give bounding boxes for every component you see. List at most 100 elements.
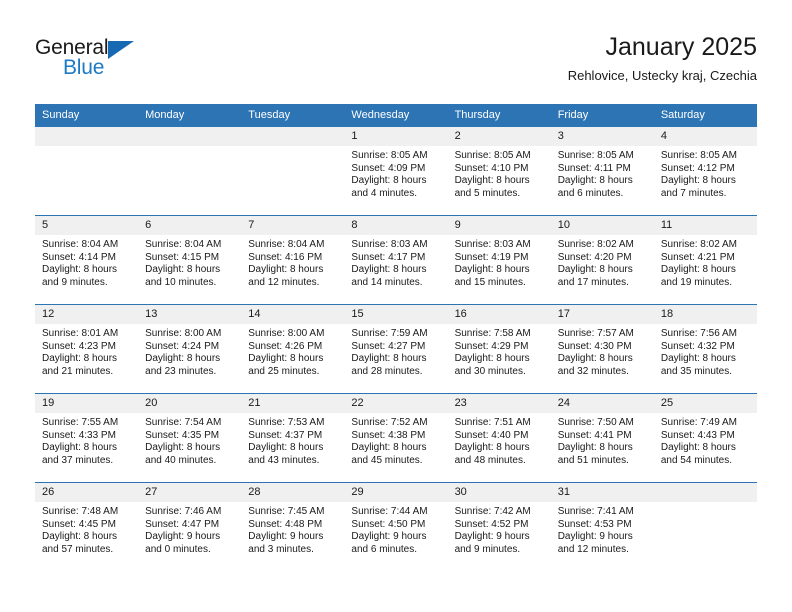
calendar-day-cell[interactable]: 28 Sunrise: 7:45 AM Sunset: 4:48 PM Dayligh… bbox=[241, 482, 345, 571]
title-block: January 2025 Rehlovice, Ustecky kraj, Cz… bbox=[568, 32, 757, 85]
daylight-duration-line2: and 6 minutes. bbox=[557, 187, 624, 199]
generalblue-logo: General Blue bbox=[35, 36, 165, 82]
calendar-day-cell[interactable]: 21 Sunrise: 7:53 AM Sunset: 4:37 PM Dayligh… bbox=[241, 393, 345, 483]
weekday-header-tuesday: Tuesday bbox=[241, 104, 345, 127]
sunrise-time: Sunrise: 8:04 AM bbox=[248, 239, 325, 250]
day-details: Sunrise: 7:55 AM Sunset: 4:33 PM Daylight:… bbox=[35, 413, 138, 467]
calendar-day-cell[interactable]: 27 Sunrise: 7:46 AM Sunset: 4:47 PM Dayligh… bbox=[138, 482, 242, 571]
weekday-header-wednesday: Wednesday bbox=[344, 104, 448, 127]
calendar-day-cell[interactable]: 14 Sunrise: 8:00 AM Sunset: 4:26 PM Dayligh… bbox=[241, 304, 345, 394]
calendar-day-cell[interactable]: 13 Sunrise: 8:00 AM Sunset: 4:24 PM Dayligh… bbox=[138, 304, 242, 394]
daylight-duration-line1: Daylight: 8 hours bbox=[351, 175, 427, 187]
calendar-day-cell[interactable]: 24 Sunrise: 7:50 AM Sunset: 4:41 PM Dayligh… bbox=[550, 393, 654, 483]
sunset-time: Sunset: 4:50 PM bbox=[351, 518, 426, 530]
calendar-day-cell[interactable]: 5 Sunrise: 8:04 AM Sunset: 4:14 PM Daylight… bbox=[35, 215, 139, 305]
sunrise-time: Sunrise: 8:03 AM bbox=[351, 239, 428, 250]
sunset-time: Sunset: 4:26 PM bbox=[248, 340, 323, 352]
calendar-day-cell[interactable]: 31 Sunrise: 7:41 AM Sunset: 4:53 PM Dayligh… bbox=[550, 482, 654, 571]
day-details: Sunrise: 8:04 AM Sunset: 4:14 PM Daylight:… bbox=[35, 235, 138, 289]
weekday-header-friday: Friday bbox=[550, 104, 654, 127]
sunrise-time: Sunrise: 7:54 AM bbox=[145, 417, 222, 428]
calendar-day-cell[interactable]: 29 Sunrise: 7:44 AM Sunset: 4:50 PM Dayligh… bbox=[344, 482, 448, 571]
day-details: Sunrise: 7:59 AM Sunset: 4:27 PM Daylight:… bbox=[344, 324, 447, 378]
calendar-day-cell[interactable]: 25 Sunrise: 7:49 AM Sunset: 4:43 PM Dayligh… bbox=[653, 393, 757, 483]
weekday-header-monday: Monday bbox=[138, 104, 242, 127]
day-number: 14 bbox=[241, 305, 345, 324]
calendar-day-cell[interactable]: 22 Sunrise: 7:52 AM Sunset: 4:38 PM Dayligh… bbox=[344, 393, 448, 483]
calendar-day-cell[interactable]: 15 Sunrise: 7:59 AM Sunset: 4:27 PM Dayligh… bbox=[344, 304, 448, 394]
location-subtitle: Rehlovice, Ustecky kraj, Czechia bbox=[567, 68, 757, 83]
daylight-duration-line1: Daylight: 8 hours bbox=[351, 353, 427, 365]
sunrise-time: Sunrise: 7:59 AM bbox=[351, 328, 428, 339]
calendar-day-cell[interactable]: 30 Sunrise: 7:42 AM Sunset: 4:52 PM Dayligh… bbox=[447, 482, 551, 571]
calendar-day-cell[interactable]: 10 Sunrise: 8:02 AM Sunset: 4:20 PM Dayligh… bbox=[550, 215, 654, 305]
sunset-time: Sunset: 4:41 PM bbox=[557, 429, 632, 441]
day-details: Sunrise: 7:57 AM Sunset: 4:30 PM Daylight:… bbox=[551, 324, 654, 378]
day-number bbox=[241, 127, 345, 146]
calendar-week-row: 26 Sunrise: 7:48 AM Sunset: 4:45 PM Dayligh… bbox=[35, 482, 757, 571]
daylight-duration-line2: and 51 minutes. bbox=[557, 454, 629, 466]
sunset-time: Sunset: 4:20 PM bbox=[557, 251, 632, 263]
calendar-day-cell[interactable]: 19 Sunrise: 7:55 AM Sunset: 4:33 PM Dayligh… bbox=[35, 393, 139, 483]
day-details: Sunrise: 8:02 AM Sunset: 4:21 PM Daylight:… bbox=[654, 235, 757, 289]
daylight-duration-line1: Daylight: 8 hours bbox=[248, 442, 324, 454]
sunrise-time: Sunrise: 7:53 AM bbox=[248, 417, 325, 428]
sunrise-time: Sunrise: 7:42 AM bbox=[454, 506, 531, 517]
daylight-duration-line1: Daylight: 8 hours bbox=[42, 442, 118, 454]
day-details: Sunrise: 7:50 AM Sunset: 4:41 PM Daylight:… bbox=[551, 413, 654, 467]
calendar-day-cell[interactable]: 20 Sunrise: 7:54 AM Sunset: 4:35 PM Dayligh… bbox=[138, 393, 242, 483]
sunset-time: Sunset: 4:40 PM bbox=[454, 429, 529, 441]
calendar-day-cell[interactable]: 26 Sunrise: 7:48 AM Sunset: 4:45 PM Dayligh… bbox=[35, 482, 139, 571]
sunset-time: Sunset: 4:47 PM bbox=[145, 518, 220, 530]
calendar-day-cell[interactable]: 2 Sunrise: 8:05 AM Sunset: 4:10 PM Daylight… bbox=[447, 126, 551, 216]
daylight-duration-line2: and 40 minutes. bbox=[145, 454, 217, 466]
logo-triangle-icon bbox=[108, 41, 134, 59]
calendar-day-cell[interactable]: 11 Sunrise: 8:02 AM Sunset: 4:21 PM Dayligh… bbox=[653, 215, 757, 305]
calendar-day-cell[interactable]: 1 Sunrise: 8:05 AM Sunset: 4:09 PM Daylight… bbox=[344, 126, 448, 216]
sunset-time: Sunset: 4:16 PM bbox=[248, 251, 323, 263]
day-number bbox=[35, 127, 139, 146]
day-number: 26 bbox=[35, 483, 139, 502]
calendar-day-cell[interactable]: 3 Sunrise: 8:05 AM Sunset: 4:11 PM Daylight… bbox=[550, 126, 654, 216]
weekday-header-sunday: Sunday bbox=[35, 104, 139, 127]
daylight-duration-line1: Daylight: 8 hours bbox=[145, 264, 221, 276]
day-number bbox=[138, 127, 242, 146]
day-number: 25 bbox=[653, 394, 757, 413]
calendar-page: General Blue January 2025 Rehlovice, Ust… bbox=[0, 0, 792, 612]
calendar-day-cell[interactable]: 18 Sunrise: 7:56 AM Sunset: 4:32 PM Dayligh… bbox=[653, 304, 757, 394]
day-number: 15 bbox=[344, 305, 448, 324]
page-header: General Blue January 2025 Rehlovice, Ust… bbox=[0, 0, 792, 100]
calendar-day-cell[interactable]: 17 Sunrise: 7:57 AM Sunset: 4:30 PM Dayligh… bbox=[550, 304, 654, 394]
sunrise-time: Sunrise: 7:46 AM bbox=[145, 506, 222, 517]
day-details: Sunrise: 8:04 AM Sunset: 4:16 PM Daylight:… bbox=[241, 235, 344, 289]
sunset-time: Sunset: 4:15 PM bbox=[145, 251, 220, 263]
logo-text-blue: Blue bbox=[63, 56, 105, 79]
day-details: Sunrise: 7:53 AM Sunset: 4:37 PM Daylight:… bbox=[241, 413, 344, 467]
day-number: 2 bbox=[447, 127, 551, 146]
calendar-day-cell[interactable]: 9 Sunrise: 8:03 AM Sunset: 4:19 PM Daylight… bbox=[447, 215, 551, 305]
calendar-day-cell[interactable]: 8 Sunrise: 8:03 AM Sunset: 4:17 PM Daylight… bbox=[344, 215, 448, 305]
day-number: 22 bbox=[344, 394, 448, 413]
calendar-day-cell[interactable]: 7 Sunrise: 8:04 AM Sunset: 4:16 PM Daylight… bbox=[241, 215, 345, 305]
calendar-day-cell[interactable]: 16 Sunrise: 7:58 AM Sunset: 4:29 PM Dayligh… bbox=[447, 304, 551, 394]
day-details: Sunrise: 8:03 AM Sunset: 4:19 PM Daylight:… bbox=[448, 235, 551, 289]
calendar-day-cell[interactable]: 12 Sunrise: 8:01 AM Sunset: 4:23 PM Dayligh… bbox=[35, 304, 139, 394]
sunrise-time: Sunrise: 7:57 AM bbox=[557, 328, 634, 339]
calendar-day-cell[interactable]: 6 Sunrise: 8:04 AM Sunset: 4:15 PM Daylight… bbox=[138, 215, 242, 305]
sunrise-time: Sunrise: 7:51 AM bbox=[454, 417, 531, 428]
daylight-duration-line2: and 3 minutes. bbox=[248, 543, 314, 555]
daylight-duration-line1: Daylight: 8 hours bbox=[351, 442, 427, 454]
daylight-duration-line2: and 28 minutes. bbox=[351, 365, 423, 377]
day-details: Sunrise: 8:04 AM Sunset: 4:15 PM Daylight:… bbox=[138, 235, 241, 289]
day-details: Sunrise: 7:45 AM Sunset: 4:48 PM Daylight:… bbox=[241, 502, 344, 556]
calendar-day-cell[interactable]: 23 Sunrise: 7:51 AM Sunset: 4:40 PM Dayligh… bbox=[447, 393, 551, 483]
day-details: Sunrise: 7:52 AM Sunset: 4:38 PM Daylight:… bbox=[344, 413, 447, 467]
calendar-day-cell[interactable]: 4 Sunrise: 8:05 AM Sunset: 4:12 PM Daylight… bbox=[653, 126, 757, 216]
day-number: 6 bbox=[138, 216, 242, 235]
day-number: 18 bbox=[653, 305, 757, 324]
daylight-duration-line2: and 6 minutes. bbox=[351, 543, 418, 555]
day-details: Sunrise: 7:42 AM Sunset: 4:52 PM Daylight:… bbox=[448, 502, 551, 556]
sunrise-time: Sunrise: 8:04 AM bbox=[42, 239, 119, 250]
day-details: Sunrise: 7:51 AM Sunset: 4:40 PM Daylight:… bbox=[448, 413, 551, 467]
sunrise-time: Sunrise: 7:44 AM bbox=[351, 506, 428, 517]
